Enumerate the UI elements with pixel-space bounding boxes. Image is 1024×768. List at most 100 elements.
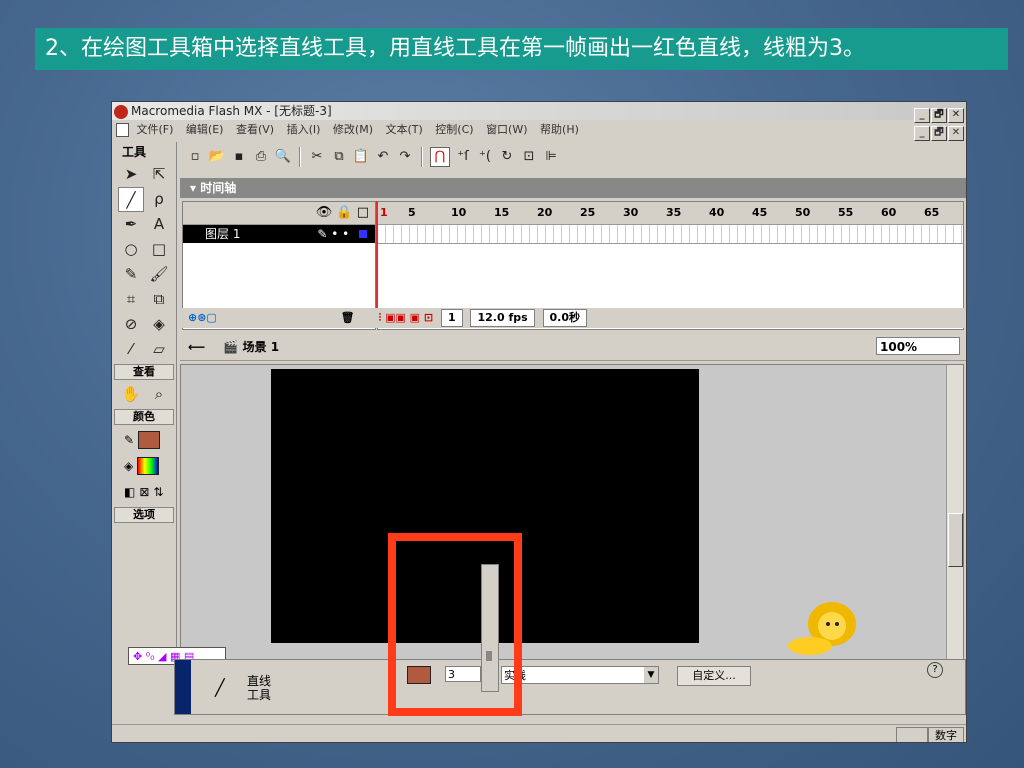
help-icon[interactable]: ? [927, 662, 943, 678]
layer-state: ✎ • • [317, 225, 367, 243]
flash-logo-icon [114, 104, 128, 119]
tools-grid: ➤ ⇱ ╱ ρ ✒ A ○ □ ✎ 🖌 ⌗ ⧉ ⊘ ◈ ⁄ ▱ [112, 162, 176, 362]
properties-side-bar [175, 660, 191, 714]
layer-row[interactable]: 图层 1 ✎ • • [183, 225, 375, 243]
onion-skin-icons[interactable]: ⫶ ▣▣ ▣ ⊡ [378, 311, 433, 324]
pencil-icon: ✎ [124, 433, 135, 447]
lock-icon[interactable]: 🔒 [336, 205, 352, 220]
swap-colors-icon[interactable]: ⇅ [153, 485, 163, 499]
ruler-label: 50 [795, 206, 811, 219]
eye-icon[interactable]: 👁 [316, 205, 333, 220]
text-tool-icon[interactable]: A [146, 212, 172, 237]
stroke-color-swatch[interactable] [138, 431, 161, 449]
stage-scrollbar[interactable] [946, 365, 963, 671]
standard-toolbar: ▫ 📂 ▪ ⎙ 🔍 ✂ ⧉ 📋 ↶ ↷ ⋂ ⁺ſ ⁺( ↻ ⊡ ⊫ [180, 142, 661, 172]
ruler-label: 5 [408, 206, 416, 219]
status-bar: 数字 [112, 724, 966, 742]
frame-strip[interactable] [378, 225, 963, 244]
print-icon[interactable]: ⎙ [252, 148, 270, 166]
menu-modify[interactable]: 修改(M) [333, 121, 373, 139]
cut-icon[interactable]: ✂ [308, 148, 326, 166]
ink-bottle-tool-icon[interactable]: ⊘ [118, 312, 144, 337]
menu-insert[interactable]: 插入(I) [287, 121, 321, 139]
trash-icon[interactable]: 🗑 [341, 311, 355, 324]
lasso-tool-icon[interactable]: ρ [146, 187, 172, 212]
straighten-icon[interactable]: ⁺( [476, 148, 494, 166]
doc-minimize-button[interactable]: _ [914, 126, 930, 141]
doc-restore-button[interactable]: 🗗 [931, 126, 947, 141]
line-tool-icon[interactable]: ╱ [118, 187, 144, 212]
default-colors-icon[interactable]: ◧ [124, 485, 135, 499]
subselect-tool-icon[interactable]: ⇱ [146, 162, 172, 187]
back-arrow-icon[interactable]: ⟵ [188, 340, 205, 354]
lion-mascot-icon [788, 602, 856, 655]
free-transform-tool-icon[interactable]: ⌗ [118, 287, 144, 312]
view-tools: ✋ ⌕ [112, 382, 176, 407]
paint-bucket-tool-icon[interactable]: ◈ [146, 312, 172, 337]
highlight-box [388, 533, 522, 716]
menu-edit[interactable]: 编辑(E) [186, 121, 224, 139]
menu-window[interactable]: 窗口(W) [486, 121, 527, 139]
chevron-down-icon[interactable]: ▼ [644, 667, 658, 683]
eyedropper-tool-icon[interactable]: ⁄ [118, 337, 144, 362]
menu-file[interactable]: 文件(F) [137, 121, 174, 139]
no-color-icon[interactable]: ⊠ [139, 485, 149, 499]
pen-tool-icon[interactable]: ✒ [118, 212, 144, 237]
tool-name: 直线 工具 [247, 674, 271, 702]
arrow-tool-icon[interactable]: ➤ [118, 162, 144, 187]
layer-name: 图层 1 [205, 227, 241, 241]
preview-icon[interactable]: 🔍 [274, 148, 292, 166]
fill-color-row: ◈ [112, 453, 176, 479]
doc-window-controls: _ 🗗 ✕ [913, 123, 964, 141]
stroke-style-select[interactable]: 实线 ▼ [501, 666, 659, 684]
timeline-header[interactable]: ▾ 时间轴 [180, 178, 966, 198]
zoom-select[interactable]: 100% [876, 337, 960, 355]
pencil-tool-icon[interactable]: ✎ [118, 262, 144, 287]
menu-help[interactable]: 帮助(H) [540, 121, 579, 139]
outline-icon[interactable]: □ [357, 205, 369, 220]
scale-icon[interactable]: ⊡ [520, 148, 538, 166]
new-icon[interactable]: ▫ [186, 148, 204, 166]
oval-tool-icon[interactable]: ○ [118, 237, 144, 262]
ruler-label: 60 [881, 206, 897, 219]
zoom-tool-icon[interactable]: ⌕ [146, 382, 172, 407]
add-layer-icon[interactable]: ⊕⊛▢ [188, 311, 217, 324]
hand-tool-icon[interactable]: ✋ [118, 382, 144, 407]
toolbar-divider [421, 147, 423, 167]
menu-view[interactable]: 查看(V) [236, 121, 274, 139]
save-icon[interactable]: ▪ [230, 148, 248, 166]
ruler-label: 35 [666, 206, 682, 219]
smooth-icon[interactable]: ⁺ſ [454, 148, 472, 166]
scroll-thumb[interactable] [948, 513, 963, 567]
menubar: 文件(F) 编辑(E) 查看(V) 插入(I) 修改(M) 文本(T) 控制(C… [112, 121, 966, 141]
doc-close-button[interactable]: ✕ [948, 126, 964, 141]
fill-transform-tool-icon[interactable]: ⧉ [146, 287, 172, 312]
edit-bar: ⟵ 🎬 场景 1 100% [180, 334, 966, 361]
menu-text[interactable]: 文本(T) [385, 121, 422, 139]
copy-icon[interactable]: ⧉ [330, 148, 348, 166]
brush-tool-icon[interactable]: 🖌 [146, 262, 172, 287]
open-icon[interactable]: 📂 [208, 148, 226, 166]
status-mode: 数字 [928, 727, 964, 742]
eraser-tool-icon[interactable]: ▱ [146, 337, 172, 362]
menu-control[interactable]: 控制(C) [435, 121, 473, 139]
redo-icon[interactable]: ↷ [396, 148, 414, 166]
undo-icon[interactable]: ↶ [374, 148, 392, 166]
frame-rate: 12.0 fps [470, 309, 535, 327]
rotate-icon[interactable]: ↻ [498, 148, 516, 166]
ruler-label: 55 [838, 206, 854, 219]
align-icon[interactable]: ⊫ [542, 148, 560, 166]
tools-panel: 工具 ➤ ⇱ ╱ ρ ✒ A ○ □ ✎ 🖌 ⌗ ⧉ ⊘ ◈ ⁄ ▱ 查看 ✋ … [112, 142, 177, 692]
tools-header: 工具 [122, 145, 147, 159]
rectangle-tool-icon[interactable]: □ [146, 237, 172, 262]
layer-color-icon [359, 230, 367, 238]
custom-button[interactable]: 自定义... [677, 666, 751, 686]
fill-color-swatch[interactable] [137, 457, 160, 475]
paste-icon[interactable]: 📋 [352, 148, 370, 166]
window-title: Macromedia Flash MX - [无标题-3] [131, 104, 332, 118]
ruler-label: 25 [580, 206, 596, 219]
properties-panel: ╱ 直线 工具 3 实线 ▼ 自定义... ? [174, 564, 966, 715]
playhead[interactable] [376, 201, 378, 321]
magnet-icon[interactable]: ⋂ [430, 147, 450, 167]
toolbar-divider [299, 147, 301, 167]
